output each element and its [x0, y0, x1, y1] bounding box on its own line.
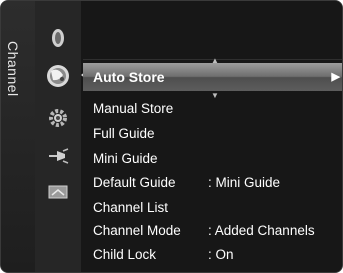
menu-item-channel-mode[interactable]: Channel Mode : Added Channels — [93, 221, 338, 241]
picture-icon[interactable] — [45, 25, 71, 51]
menu-item-label: Channel List — [93, 200, 169, 215]
tv-osd-screen: Channel ▲ ▼ Auto Store ▶ Manual Store Fu… — [0, 0, 343, 273]
application-icon[interactable] — [45, 179, 71, 205]
setup-gear-icon[interactable] — [45, 105, 71, 131]
menu-item-value: : Added Channels — [208, 223, 315, 238]
menu-icon-column — [35, 1, 81, 272]
menu-item-label: Auto Store — [93, 69, 165, 85]
menu-header-area — [83, 1, 342, 60]
menu-item-label: Child Lock — [93, 247, 157, 262]
menu-item-label: Manual Store — [93, 101, 174, 116]
menu-item-manual-store[interactable]: Manual Store — [93, 99, 338, 119]
channel-satellite-icon[interactable] — [45, 63, 71, 89]
menu-item-label: Default Guide — [93, 175, 176, 190]
input-plug-icon[interactable] — [45, 143, 71, 169]
category-label-strip: Channel — [1, 1, 35, 272]
category-label: Channel — [5, 41, 21, 97]
menu-item-default-guide[interactable]: Default Guide : Mini Guide — [93, 173, 338, 193]
menu-item-value: : On — [208, 247, 234, 262]
menu-item-label: Mini Guide — [93, 151, 158, 166]
menu-item-label: Channel Mode — [93, 223, 181, 238]
menu-item-child-lock[interactable]: Child Lock : On — [93, 245, 338, 265]
menu-item-full-guide[interactable]: Full Guide — [93, 124, 338, 144]
menu-item-auto-store[interactable]: Auto Store ▶ — [93, 67, 340, 87]
enter-arrow-icon: ▶ — [331, 71, 340, 83]
menu-item-channel-list[interactable]: Channel List — [93, 198, 338, 218]
scroll-up-icon[interactable]: ▲ — [211, 57, 219, 65]
menu-item-label: Full Guide — [93, 126, 155, 141]
menu-panel: ▲ ▼ Auto Store ▶ Manual Store Full Guide… — [83, 1, 342, 272]
menu-item-value: : Mini Guide — [208, 175, 281, 190]
menu-frame: Channel ▲ ▼ Auto Store ▶ Manual Store Fu… — [0, 0, 343, 273]
menu-item-mini-guide[interactable]: Mini Guide — [93, 149, 338, 169]
